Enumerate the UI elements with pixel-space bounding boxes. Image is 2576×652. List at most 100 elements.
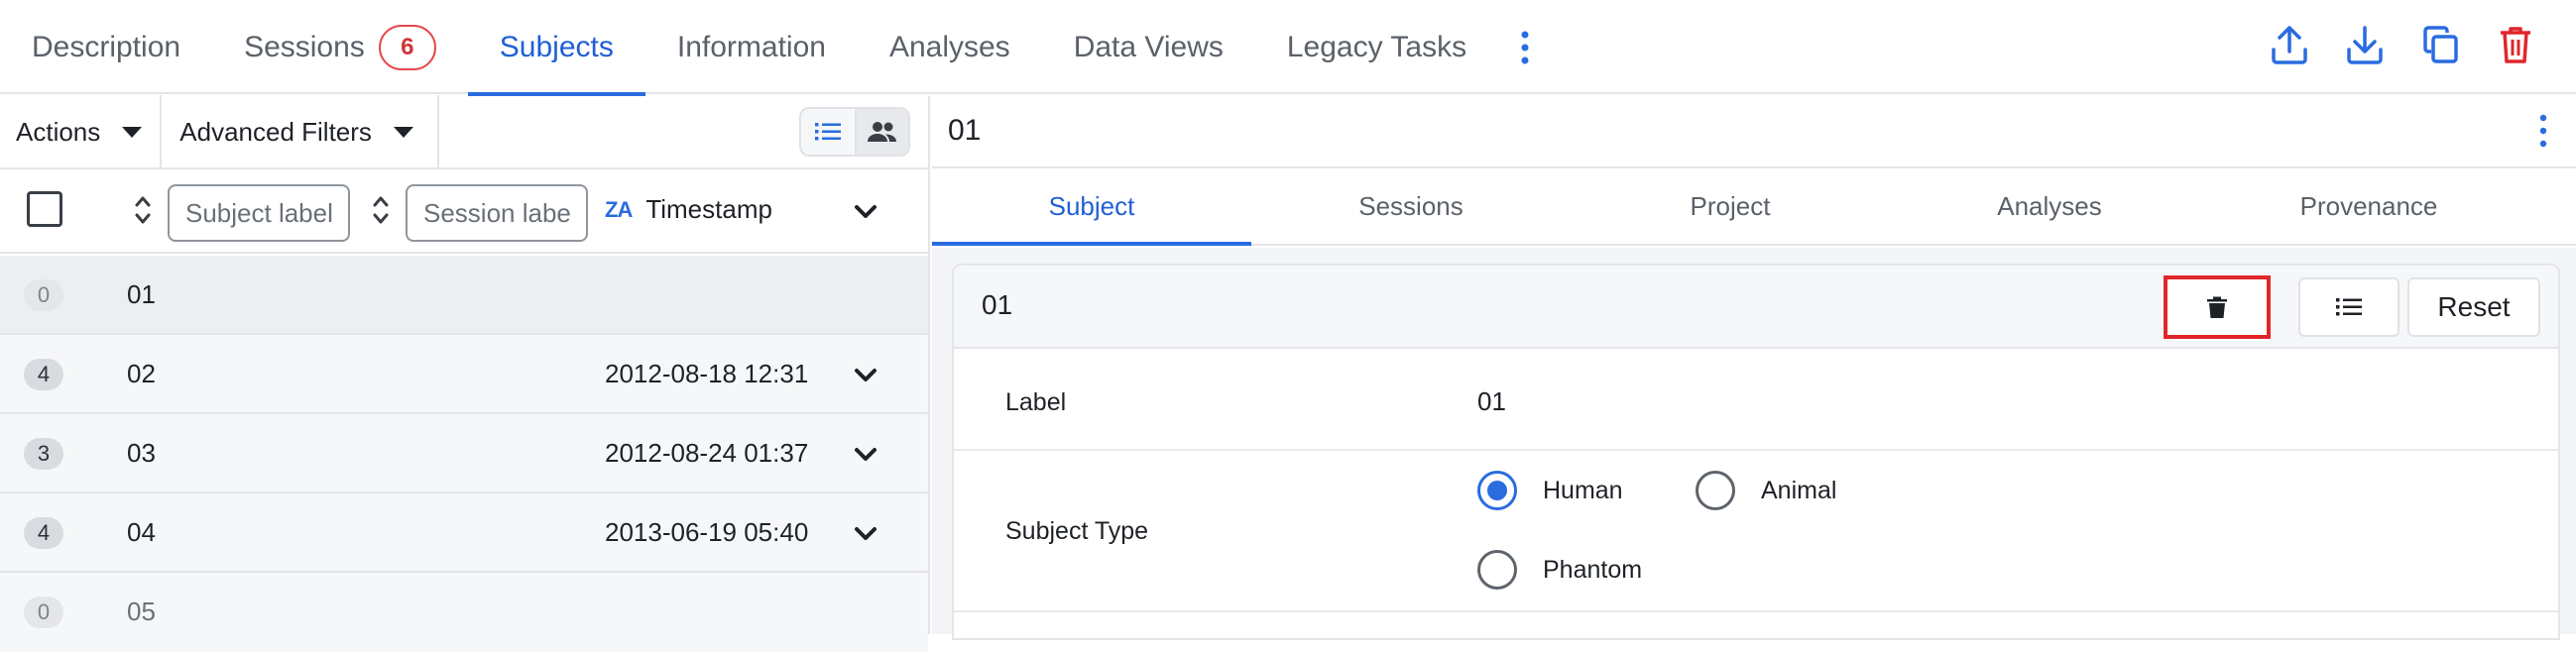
tab-label: Project [1690,190,1771,221]
tab-label: Description [32,30,181,63]
timestamp-header-label: Timestamp [645,194,772,224]
tab-label: Sessions [244,30,365,63]
table-row[interactable]: 0 05 [0,573,928,652]
delete-subject-button[interactable] [2164,275,2271,339]
detail-more-kebab-icon[interactable] [2538,114,2548,148]
radio-unselected-icon [1696,471,1735,510]
advanced-filters-dropdown[interactable]: Advanced Filters [162,95,439,168]
row-timestamp: 2013-06-19 05:40 [605,517,809,547]
session-label-filter-input[interactable] [406,184,588,242]
subject-type-radio-animal[interactable]: Animal [1696,471,1836,510]
tab-label: Sessions [1358,190,1464,221]
list-icon [2336,298,2362,316]
subject-type-field-row: Subject Type Human Animal Phantom [954,451,2558,612]
people-view-icon[interactable] [855,109,908,155]
advanced-filters-label: Advanced Filters [179,116,372,147]
sort-icon[interactable] [133,193,153,227]
tab-information[interactable]: Information [645,0,858,94]
chevron-down-icon[interactable] [851,440,880,470]
sort-za-icon: ZA [605,196,633,222]
actions-label: Actions [16,116,101,147]
table-row[interactable]: 3 03 2012-08-24 01:37 [0,414,928,493]
row-timestamp: 2012-08-18 12:31 [605,359,809,388]
session-count-badge: 3 [24,438,63,470]
detail-title: 01 [948,114,982,147]
table-row[interactable]: 0 01 [0,256,928,335]
tab-legacy-tasks[interactable]: Legacy Tasks [1255,0,1498,94]
list-view-icon[interactable] [801,109,855,155]
sessions-count-badge: 6 [378,24,436,70]
detail-tabs: Subject Sessions Project Analyses Proven… [932,168,2576,246]
subject-card: 01 Reset Label 01 Subject Type Human Ani… [952,264,2560,640]
tab-label: Subjects [499,30,614,63]
subject-detail-panel: 01 Subject Sessions Project Analyses Pro… [932,96,2576,640]
reset-button[interactable]: Reset [2407,277,2540,337]
list-options-button[interactable] [2298,277,2400,337]
tab-project[interactable]: Project [1571,168,1890,244]
select-all-checkbox[interactable] [27,191,62,227]
row-timestamp: 2012-08-24 01:37 [605,438,809,468]
table-row[interactable]: 4 02 2012-08-18 12:31 [0,335,928,414]
tab-analyses-detail[interactable]: Analyses [1890,168,2209,244]
caret-down-icon [122,126,143,138]
tab-label: Legacy Tasks [1286,30,1467,63]
subject-type-radio-human[interactable]: Human [1477,471,1623,510]
label-field-value[interactable]: 01 [1477,386,1506,417]
detail-body: 01 Reset Label 01 Subject Type Human Ani… [932,248,2576,640]
radio-label: Human [1543,476,1623,504]
actions-dropdown[interactable]: Actions [0,95,163,168]
tab-description[interactable]: Description [0,0,212,94]
view-toggle [799,107,910,157]
card-title: 01 [982,289,1013,320]
tab-label: Provenance [2299,190,2438,221]
chevron-down-icon[interactable] [851,197,880,227]
session-count-badge: 4 [24,359,63,390]
session-count-badge: 0 [24,597,63,628]
top-tab-bar: Description Sessions 6 Subjects Informati… [0,0,2576,96]
tab-sessions[interactable]: Sessions 6 [212,0,468,94]
subject-label: 05 [127,597,156,626]
session-count-badge: 4 [24,517,63,549]
sort-icon[interactable] [371,193,391,227]
tab-label: Analyses [1997,190,2102,221]
card-actions: Reset [2164,275,2540,339]
copy-icon[interactable] [2419,22,2461,67]
chevron-down-icon[interactable] [851,519,880,549]
delete-icon[interactable] [2495,22,2536,67]
download-icon[interactable] [2344,22,2386,67]
timestamp-column-header[interactable]: ZA Timestamp [605,194,772,225]
label-field-row: Label 01 [954,349,2558,451]
label-field-name: Label [1005,388,1067,416]
radio-unselected-icon [1477,550,1517,590]
subject-label-filter-input[interactable] [168,184,350,242]
filter-row: ZA Timestamp [0,169,928,254]
subject-label: 03 [127,438,156,468]
table-row[interactable]: 4 04 2013-06-19 05:40 [0,493,928,573]
tab-label: Analyses [888,30,1010,63]
tab-subject[interactable]: Subject [932,168,1251,246]
tab-subjects[interactable]: Subjects [467,0,645,96]
upload-icon[interactable] [2269,22,2310,67]
subjects-list-panel: Actions Advanced Filters ZA Timestamp [0,95,930,652]
subject-type-field-name: Subject Type [1005,517,1149,545]
trash-icon [2207,296,2227,318]
subject-type-radio-phantom[interactable]: Phantom [1477,550,1642,590]
top-tabs: Description Sessions 6 Subjects Informati… [0,0,1548,96]
tab-provenance[interactable]: Provenance [2209,168,2528,244]
chevron-down-icon[interactable] [851,361,880,390]
subject-label: 04 [127,517,156,547]
subject-label: 02 [127,359,156,388]
caret-down-icon [393,126,413,138]
tab-label: Subject [1048,190,1135,221]
tab-label: Information [676,30,826,63]
detail-header: 01 [932,96,2576,168]
top-actions [2269,22,2536,67]
list-toolbar: Actions Advanced Filters [0,95,928,169]
tab-sessions-detail[interactable]: Sessions [1251,168,1571,244]
tab-data-views[interactable]: Data Views [1042,0,1255,94]
subject-label: 01 [127,279,156,309]
tab-analyses[interactable]: Analyses [858,0,1042,94]
radio-selected-icon [1477,471,1517,510]
card-header: 01 Reset [954,266,2558,349]
more-tabs-kebab-icon[interactable] [1502,0,1548,94]
